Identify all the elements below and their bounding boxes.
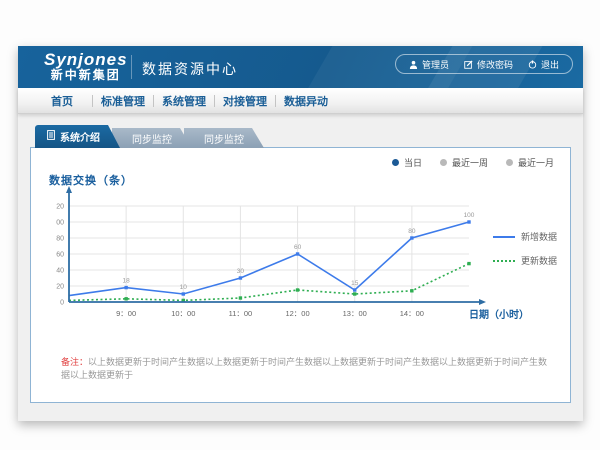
svg-text:40: 40 xyxy=(56,268,64,275)
svg-text:13：00: 13：00 xyxy=(343,309,367,318)
filter-last-week-label: 最近一周 xyxy=(452,156,488,169)
x-axis-title: 日期（小时） xyxy=(469,306,529,321)
svg-text:120: 120 xyxy=(56,204,64,211)
legend-new-data-label: 新增数据 xyxy=(521,230,557,243)
nav-item-system-mgmt[interactable]: 系统管理 xyxy=(154,93,214,109)
svg-text:100: 100 xyxy=(56,220,64,227)
app-window: Synjones 新中新集团 数据资源中心 管理员 修改密码 xyxy=(18,46,583,421)
tab-label: 同步监控 xyxy=(132,131,172,146)
svg-text:11：00: 11：00 xyxy=(229,309,253,318)
time-range-filter: 当日 最近一周 最近一月 xyxy=(392,156,554,169)
main-nav: 首页 标准管理 系统管理 对接管理 数据异动 xyxy=(18,88,583,114)
logo-text-en: Synjones xyxy=(44,51,128,68)
filter-last-week[interactable]: 最近一周 xyxy=(440,156,488,169)
admin-user-button[interactable]: 管理员 xyxy=(409,58,449,71)
filter-today-label: 当日 xyxy=(404,156,422,169)
svg-text:14：00: 14：00 xyxy=(400,309,424,318)
admin-user-label: 管理员 xyxy=(422,58,449,71)
radio-unselected-icon xyxy=(440,159,447,166)
nav-item-standard-mgmt[interactable]: 标准管理 xyxy=(93,93,153,109)
nav-item-home[interactable]: 首页 xyxy=(32,93,92,109)
radio-selected-icon xyxy=(392,159,399,166)
footnote-label: 备注： xyxy=(61,357,88,367)
svg-text:15: 15 xyxy=(351,280,359,287)
legend-updated-data-label: 更新数据 xyxy=(521,254,557,267)
svg-text:9：00: 9：00 xyxy=(116,309,136,318)
svg-text:80: 80 xyxy=(56,236,64,243)
content-panel: 当日 最近一周 最近一月 数据交换（条） 9：0010：0011：0012：00… xyxy=(30,147,571,403)
svg-text:60: 60 xyxy=(294,244,302,251)
legend-new-data[interactable]: 新增数据 xyxy=(493,230,557,243)
series-legend: 新增数据 更新数据 xyxy=(493,230,557,267)
user-icon xyxy=(409,60,418,69)
nav-item-interface-mgmt[interactable]: 对接管理 xyxy=(215,93,275,109)
change-password-label: 修改密码 xyxy=(477,58,513,71)
nav-item-data-change[interactable]: 数据异动 xyxy=(276,93,336,109)
page: Synjones 新中新集团 数据资源中心 管理员 修改密码 xyxy=(0,0,600,450)
logo-divider xyxy=(131,55,132,79)
power-icon xyxy=(528,60,537,69)
svg-text:100: 100 xyxy=(464,212,475,219)
tab-label: 同步监控 xyxy=(204,131,244,146)
user-menu: 管理员 修改密码 退出 xyxy=(395,54,573,74)
footnote: 备注：以上数据更新于时间产生数据以上数据更新于时间产生数据以上数据更新于时间产生… xyxy=(61,356,551,382)
svg-text:0: 0 xyxy=(60,300,64,307)
radio-unselected-icon xyxy=(506,159,513,166)
legend-updated-data[interactable]: 更新数据 xyxy=(493,254,557,267)
svg-text:10：00: 10：00 xyxy=(171,309,195,318)
filter-today[interactable]: 当日 xyxy=(392,156,422,169)
tab-system-intro[interactable]: 系统介绍 xyxy=(35,125,120,148)
logout-button[interactable]: 退出 xyxy=(528,58,559,71)
solid-line-icon xyxy=(493,236,515,238)
tab-sync-monitor-2[interactable]: 同步监控 xyxy=(184,128,264,148)
document-icon xyxy=(47,130,55,143)
logout-label: 退出 xyxy=(541,58,559,71)
tab-sync-monitor-1[interactable]: 同步监控 xyxy=(112,128,192,148)
header-bar: Synjones 新中新集团 数据资源中心 管理员 修改密码 xyxy=(18,46,583,88)
tab-bar: 系统介绍 同步监控 同步监控 xyxy=(35,125,264,148)
filter-last-month[interactable]: 最近一月 xyxy=(506,156,554,169)
svg-text:80: 80 xyxy=(408,228,416,235)
footnote-text: 以上数据更新于时间产生数据以上数据更新于时间产生数据以上数据更新于时间产生数据以… xyxy=(61,357,547,380)
tab-label: 系统介绍 xyxy=(60,129,100,144)
svg-text:10: 10 xyxy=(180,284,188,291)
svg-text:20: 20 xyxy=(56,284,64,291)
page-title: 数据资源中心 xyxy=(142,59,238,79)
change-password-button[interactable]: 修改密码 xyxy=(464,58,513,71)
line-chart: 9：00 10：00 11：00 12：00 13：00 14：00 0 20 40 60 80 10… xyxy=(56,183,526,328)
svg-text:60: 60 xyxy=(56,252,64,259)
logo-text-cn: 新中新集团 xyxy=(44,68,128,82)
edit-icon xyxy=(464,60,473,69)
svg-text:30: 30 xyxy=(237,268,245,275)
svg-text:12：00: 12：00 xyxy=(285,309,309,318)
chart-canvas: 9：00 10：00 11：00 12：00 13：00 14：00 0 20 40 60 80 10… xyxy=(56,183,526,328)
dotted-line-icon xyxy=(493,260,515,262)
company-logo: Synjones 新中新集团 xyxy=(44,51,128,82)
svg-text:18: 18 xyxy=(123,278,131,285)
filter-last-month-label: 最近一月 xyxy=(518,156,554,169)
